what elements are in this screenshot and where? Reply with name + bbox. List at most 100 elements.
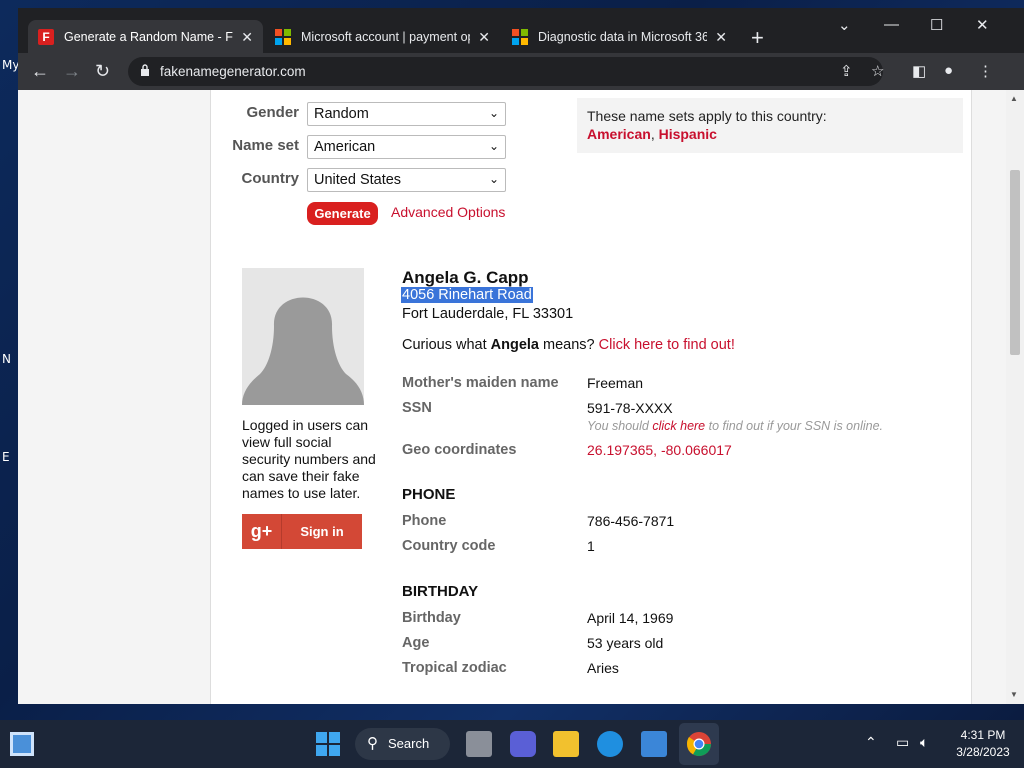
- side-panel-icon[interactable]: ◧: [912, 62, 926, 80]
- ssn-check-link[interactable]: click here: [652, 419, 705, 433]
- chevron-up-icon[interactable]: ⌃: [865, 734, 877, 751]
- zodiac-value: Aries: [587, 660, 619, 676]
- name-meaning-link[interactable]: Click here to find out!: [599, 337, 735, 353]
- nameset-link-hispanic[interactable]: Hispanic: [659, 126, 717, 142]
- gender-select[interactable]: Random ⌄: [307, 102, 506, 126]
- bookmark-star-icon[interactable]: ☆: [871, 62, 884, 80]
- profile-icon[interactable]: ●: [944, 62, 953, 79]
- minimize-button[interactable]: —: [884, 16, 899, 33]
- tab-microsoft-account[interactable]: Microsoft account | payment opt ✕: [265, 20, 500, 54]
- nameset-label: Name set: [232, 137, 299, 154]
- ssn-label: SSN: [402, 400, 432, 416]
- curious-suffix: means?: [539, 337, 599, 353]
- desktop-icon-label[interactable]: N: [2, 352, 11, 366]
- tab-title: Microsoft account | payment opt: [301, 30, 471, 44]
- birthday-heading: BIRTHDAY: [402, 583, 479, 600]
- teams-chat-icon[interactable]: [510, 731, 536, 757]
- new-tab-button[interactable]: +: [751, 25, 764, 51]
- geo-label: Geo coordinates: [402, 442, 517, 458]
- chevron-down-icon: ⌄: [488, 139, 499, 153]
- phone-heading: PHONE: [402, 486, 456, 503]
- country-code-value: 1: [587, 538, 595, 554]
- search-label: Search: [388, 736, 430, 751]
- country-label: Country: [241, 170, 300, 187]
- signin-label: Sign in: [300, 524, 344, 539]
- name-meaning-line: Curious what Angela means? Click here to…: [402, 337, 735, 353]
- phone-value: 786-456-7871: [587, 513, 675, 529]
- generated-name: Angela G. Capp: [402, 268, 529, 287]
- taskbar-search[interactable]: ⚲ Search: [355, 728, 450, 760]
- nameset-separator: ,: [650, 126, 659, 142]
- maiden-name-label: Mother's maiden name: [402, 375, 559, 391]
- avatar-silhouette: [242, 268, 364, 405]
- maximize-button[interactable]: ☐: [930, 16, 943, 34]
- country-selected-value: United States: [314, 172, 402, 188]
- fakename-favicon-icon: F: [38, 29, 54, 45]
- clock-date[interactable]: 3/28/2023: [951, 745, 1015, 759]
- chevron-down-icon: ⌄: [488, 172, 499, 186]
- edge-icon[interactable]: [597, 731, 623, 757]
- file-explorer-icon[interactable]: [553, 731, 579, 757]
- gender-label: Gender: [246, 104, 299, 121]
- store-icon[interactable]: [641, 731, 667, 757]
- close-window-button[interactable]: ✕: [976, 16, 989, 34]
- tab-diagnostic-data[interactable]: Diagnostic data in Microsoft 365 ✕: [502, 20, 737, 54]
- nameset-link-american[interactable]: American: [587, 126, 651, 142]
- gender-selected-value: Random: [314, 106, 369, 122]
- desktop-icon-label[interactable]: E: [2, 450, 10, 464]
- close-icon[interactable]: ✕: [715, 29, 727, 46]
- network-icon[interactable]: ▭: [896, 734, 909, 751]
- tab-fakename[interactable]: F Generate a Random Name - Fake ✕: [28, 20, 263, 54]
- address-line1-selected[interactable]: 4056 Rinehart Road: [401, 287, 533, 303]
- clock-time[interactable]: 4:31 PM: [951, 728, 1015, 742]
- url-text: fakenamegenerator.com: [160, 64, 306, 79]
- chrome-icon[interactable]: [686, 731, 712, 757]
- maiden-name-value: Freeman: [587, 375, 644, 391]
- desktop-icon-label[interactable]: My: [2, 58, 19, 72]
- curious-name: Angela: [490, 337, 539, 353]
- back-button[interactable]: ←: [31, 61, 49, 82]
- country-code-label: Country code: [402, 538, 496, 554]
- browser-window: F Generate a Random Name - Fake ✕ Micros…: [18, 8, 1024, 704]
- address-line2: Fort Lauderdale, FL 33301: [402, 306, 574, 322]
- age-label: Age: [402, 635, 430, 651]
- search-icon: ⚲: [367, 735, 378, 752]
- tab-title: Diagnostic data in Microsoft 365: [538, 30, 708, 44]
- reload-button[interactable]: ↻: [95, 61, 110, 82]
- share-icon[interactable]: ⇪: [840, 62, 853, 80]
- scrollbar-thumb[interactable]: [1010, 170, 1020, 355]
- close-icon[interactable]: ✕: [478, 29, 490, 46]
- page-viewport: Gender Random ⌄ Name set American ⌄ Coun…: [18, 90, 1006, 704]
- nameset-info-box: These name sets apply to this country: A…: [577, 98, 963, 153]
- tab-title: Generate a Random Name - Fake: [64, 30, 233, 44]
- curious-prefix: Curious what: [402, 337, 491, 353]
- lock-icon: [141, 64, 149, 76]
- generate-button[interactable]: Generate: [307, 202, 378, 225]
- zodiac-label: Tropical zodiac: [402, 660, 507, 676]
- menu-kebab-icon[interactable]: ⋮: [978, 62, 993, 80]
- country-select[interactable]: United States ⌄: [307, 168, 506, 192]
- google-signin-button[interactable]: g+ Sign in: [242, 514, 362, 549]
- widgets-icon[interactable]: [10, 732, 34, 756]
- taskbar: ⚲ Search ⌃ ▭ 🔈︎ 4:31 PM 3/28/2023: [0, 720, 1024, 768]
- geo-coordinates-link[interactable]: 26.197365, -80.066017: [587, 442, 732, 458]
- scroll-up-arrow-icon[interactable]: ▲: [1010, 94, 1018, 103]
- task-view-icon[interactable]: [466, 731, 492, 757]
- microsoft-favicon-icon: [275, 29, 291, 45]
- nameset-select[interactable]: American ⌄: [307, 135, 506, 159]
- main-content: Gender Random ⌄ Name set American ⌄ Coun…: [210, 90, 972, 704]
- address-bar[interactable]: fakenamegenerator.com: [128, 57, 883, 86]
- forward-button[interactable]: →: [63, 61, 81, 82]
- advanced-options-link[interactable]: Advanced Options: [391, 204, 505, 220]
- tab-search-chevron-icon[interactable]: ⌄: [838, 16, 851, 34]
- volume-icon[interactable]: 🔈︎: [920, 734, 928, 751]
- page-scrollbar[interactable]: ▲ ▼: [1006, 90, 1024, 704]
- ssn-value: 591-78-XXXX: [587, 400, 673, 416]
- close-icon[interactable]: ✕: [241, 29, 253, 46]
- ssn-note: You should click here to find out if you…: [587, 419, 883, 433]
- tab-strip: F Generate a Random Name - Fake ✕ Micros…: [18, 8, 1024, 54]
- microsoft-favicon-icon: [512, 29, 528, 45]
- login-note: Logged in users can view full social sec…: [242, 417, 376, 501]
- windows-start-icon[interactable]: [315, 731, 341, 757]
- scroll-down-arrow-icon[interactable]: ▼: [1010, 690, 1018, 699]
